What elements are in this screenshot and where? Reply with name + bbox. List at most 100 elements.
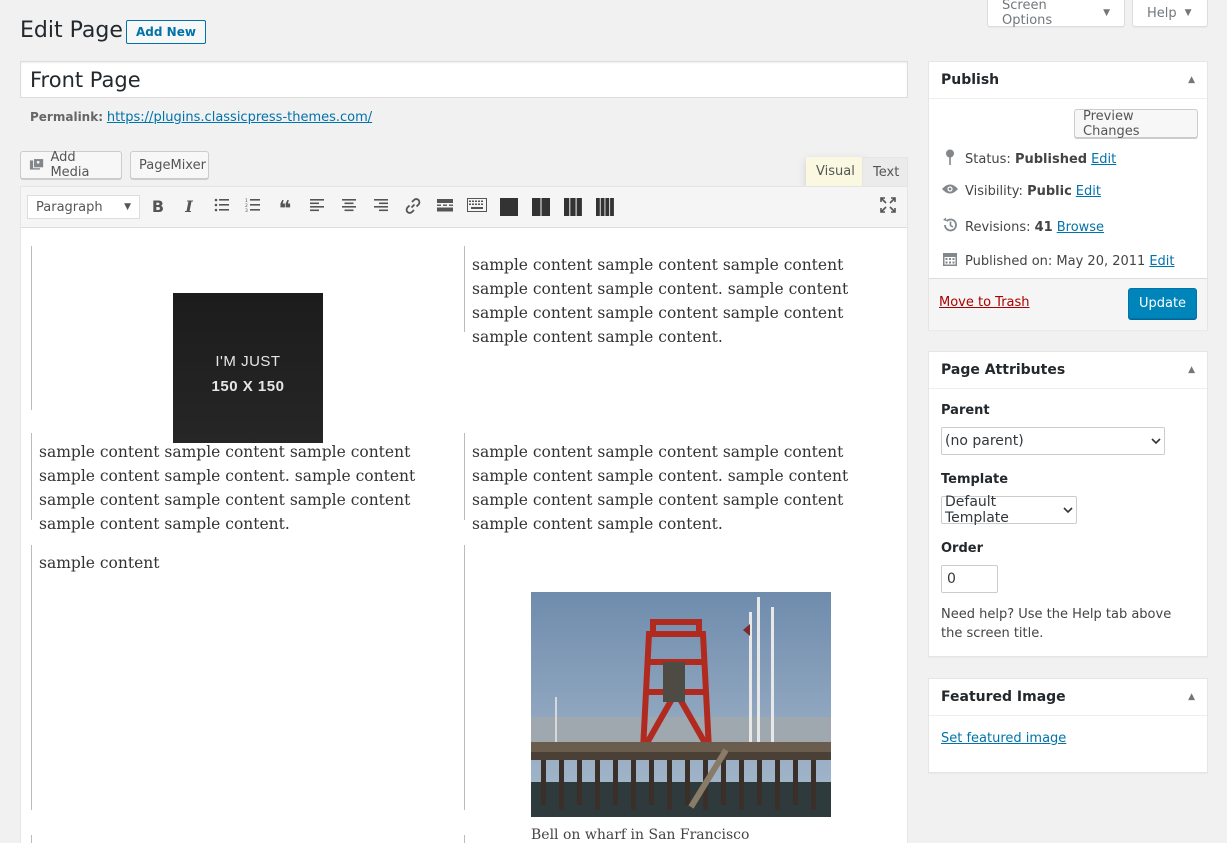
status-row: Status: Published Edit	[941, 149, 1116, 169]
order-input[interactable]: 0	[941, 565, 998, 593]
status-label: Status:	[965, 151, 1011, 167]
collapse-icon[interactable]: ▲	[1188, 692, 1195, 702]
align-right-icon[interactable]	[371, 197, 391, 217]
permalink-link[interactable]: https://plugins.classicpress-themes.com/	[107, 110, 372, 125]
placeholder-text-line2: 150 X 150	[211, 378, 285, 395]
toolbar-toggle-icon[interactable]	[467, 197, 487, 217]
chevron-down-icon	[1063, 504, 1073, 517]
publish-heading: Publish	[941, 72, 1000, 88]
caret-down-icon: ▼	[1103, 8, 1110, 18]
page-title: Edit Page	[20, 18, 123, 43]
template-label: Template	[941, 472, 1009, 487]
preview-changes-button[interactable]: Preview Changes	[1074, 109, 1198, 139]
visibility-value: Public	[1027, 183, 1072, 199]
fullscreen-icon[interactable]	[878, 197, 898, 217]
revisions-value: 41	[1034, 219, 1053, 235]
one-column-icon[interactable]	[499, 197, 519, 217]
align-center-icon[interactable]	[339, 197, 359, 217]
publish-box-header[interactable]: Publish ▲	[929, 62, 1207, 99]
set-featured-image-link[interactable]: Set featured image	[941, 731, 1066, 746]
format-select[interactable]: Paragraph ▼	[27, 195, 140, 219]
pagemixer-button[interactable]: PageMixer	[130, 151, 209, 179]
add-media-button[interactable]: Add Media	[20, 150, 122, 180]
align-left-icon[interactable]	[307, 197, 327, 217]
placeholder-text-line1: I'M JUST	[215, 353, 281, 370]
page-attributes-help: Need help? Use the Help tab above the sc…	[941, 607, 1172, 641]
template-select[interactable]: Default Template	[941, 494, 1077, 526]
bold-icon[interactable]: B	[148, 197, 168, 217]
screen-options-label: Screen Options	[1002, 0, 1053, 28]
paragraph: sample content sample content sample con…	[472, 256, 849, 346]
publish-box: Publish ▲ Preview Changes Status: Publis…	[928, 61, 1208, 330]
column-block	[31, 835, 454, 843]
published-on-text: Published on: May 20, 2011	[965, 253, 1146, 269]
column-block: sample content sample content sample con…	[31, 433, 454, 533]
template-select-value: Default Template	[945, 494, 1009, 526]
column-block	[464, 835, 894, 843]
svg-text:3: 3	[245, 208, 248, 212]
post-title-input[interactable]: Front Page	[20, 61, 908, 98]
collapse-icon[interactable]: ▲	[1188, 365, 1195, 375]
pin-icon	[941, 149, 959, 169]
page-attributes-heading: Page Attributes	[941, 362, 1066, 378]
calendar-icon	[941, 251, 959, 271]
history-icon	[941, 217, 959, 237]
bullet-list-icon[interactable]	[212, 197, 232, 217]
column-block: sample content sample content sample con…	[464, 246, 894, 346]
three-columns-icon[interactable]	[563, 197, 583, 217]
caret-down-icon: ▼	[124, 202, 131, 212]
parent-label: Parent	[941, 403, 990, 418]
tab-text[interactable]: Text	[862, 157, 908, 186]
wharf-photo	[531, 592, 831, 817]
page-attributes-header[interactable]: Page Attributes ▲	[929, 352, 1207, 389]
tab-visual[interactable]: Visual	[806, 157, 865, 186]
add-new-button[interactable]: Add New	[126, 20, 206, 44]
collapse-icon[interactable]: ▲	[1188, 75, 1195, 85]
published-on-row: Published on: May 20, 2011 Edit	[941, 251, 1175, 271]
column-block: sample content sample content sample con…	[464, 433, 894, 533]
update-button[interactable]: Update	[1128, 288, 1197, 319]
paragraph: sample content sample content sample con…	[39, 443, 416, 533]
revisions-row: Revisions: 41 Browse	[941, 217, 1104, 237]
numbered-list-icon[interactable]: 123	[243, 197, 263, 217]
format-select-value: Paragraph	[36, 199, 103, 215]
paragraph: sample content	[39, 554, 160, 572]
editor-toolbar: Paragraph ▼ B I 123 ❝	[21, 187, 907, 228]
add-media-label: Add Media	[50, 150, 90, 180]
visibility-label: Visibility:	[965, 183, 1023, 199]
screen-options-button[interactable]: Screen Options ▼	[987, 0, 1125, 28]
permalink: Permalink: https://plugins.classicpress-…	[30, 110, 372, 125]
caret-down-icon: ▼	[1184, 8, 1192, 18]
media-icon	[29, 158, 45, 170]
visibility-row: Visibility: Public Edit	[941, 183, 1101, 199]
eye-icon	[941, 183, 959, 199]
revisions-label: Revisions:	[965, 219, 1031, 235]
page-attributes-box: Page Attributes ▲ Parent (no parent) Tem…	[928, 351, 1208, 657]
link-icon[interactable]	[403, 197, 423, 217]
placeholder-image: I'M JUST 150 X 150	[173, 293, 323, 443]
parent-select-value: (no parent)	[945, 433, 1024, 449]
four-columns-icon[interactable]	[595, 197, 615, 217]
visibility-edit-link[interactable]: Edit	[1076, 184, 1101, 199]
help-label: Help	[1147, 5, 1177, 21]
column-block: sample content	[31, 545, 454, 810]
published-on-edit-link[interactable]: Edit	[1149, 254, 1174, 269]
permalink-label: Permalink:	[30, 110, 104, 124]
move-to-trash-link[interactable]: Move to Trash	[939, 295, 1030, 310]
chevron-down-icon	[1151, 435, 1161, 448]
featured-image-box: Featured Image ▲ Set featured image	[928, 678, 1208, 773]
read-more-icon[interactable]	[435, 197, 455, 217]
blockquote-icon[interactable]: ❝	[275, 197, 295, 222]
paragraph: sample content sample content sample con…	[472, 443, 849, 533]
featured-image-header[interactable]: Featured Image ▲	[929, 679, 1207, 716]
parent-select[interactable]: (no parent)	[941, 427, 1165, 455]
revisions-browse-link[interactable]: Browse	[1057, 220, 1104, 235]
italic-icon[interactable]: I	[179, 197, 199, 217]
order-label: Order	[941, 541, 983, 556]
status-edit-link[interactable]: Edit	[1091, 152, 1116, 167]
featured-image-heading: Featured Image	[941, 689, 1066, 705]
status-value: Published	[1014, 151, 1088, 167]
two-columns-icon[interactable]	[531, 197, 551, 217]
help-button[interactable]: Help ▼	[1132, 0, 1208, 27]
publish-actions: Move to Trash Update	[929, 278, 1207, 330]
